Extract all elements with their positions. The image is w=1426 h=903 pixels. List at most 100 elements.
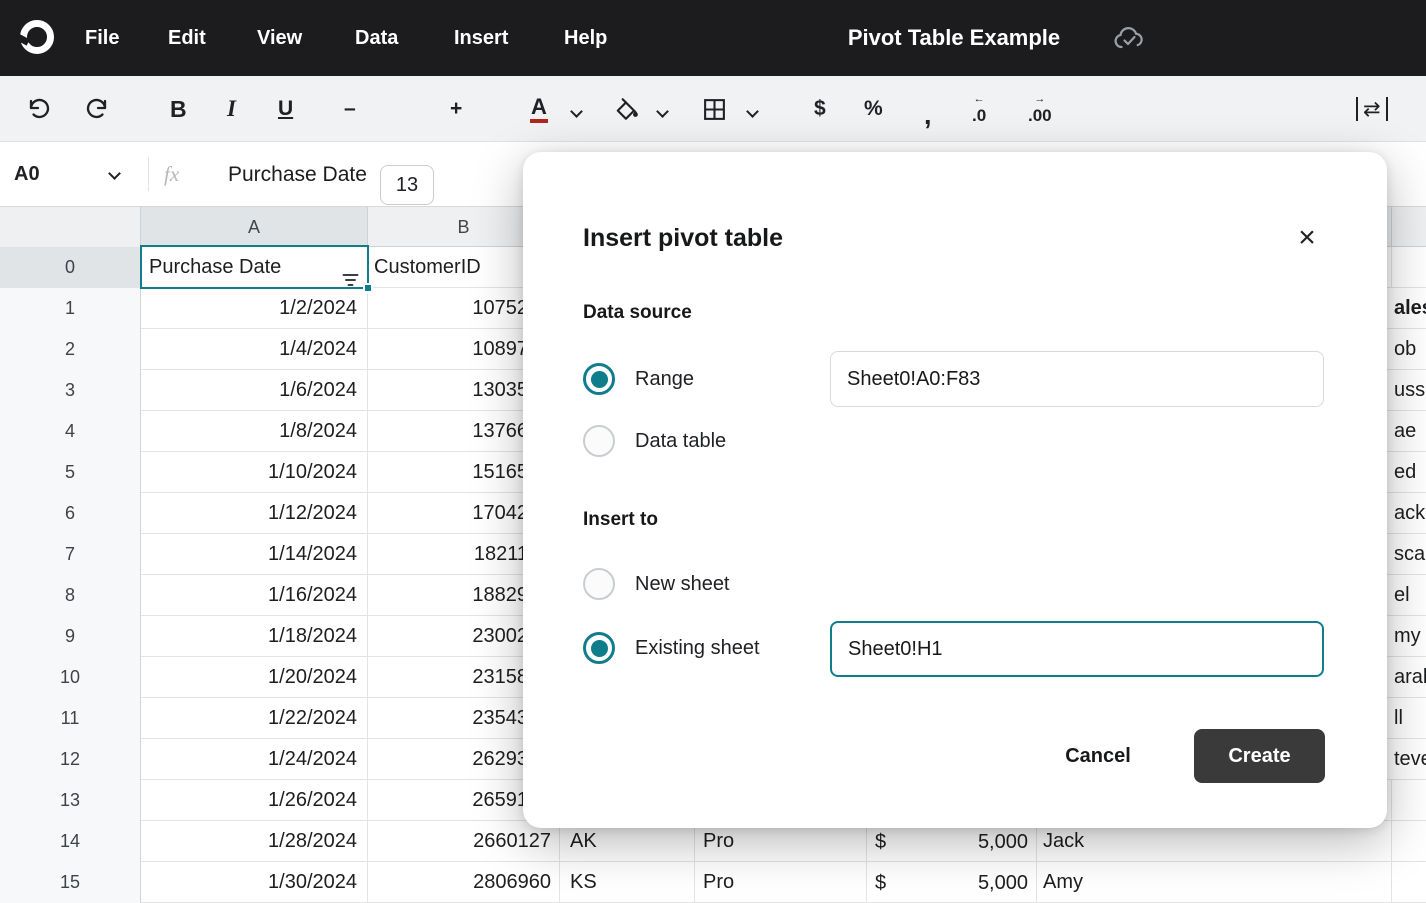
row-number[interactable]: 11 bbox=[0, 698, 141, 739]
cell-c[interactable]: KS bbox=[560, 862, 695, 903]
row-number[interactable]: 13 bbox=[0, 780, 141, 821]
cell-a[interactable]: 1/26/2024 bbox=[141, 780, 368, 821]
comma-format-button[interactable]: , bbox=[924, 82, 932, 148]
cell-a[interactable]: 1/14/2024 bbox=[141, 534, 368, 575]
formula-bar-value[interactable]: Purchase Date bbox=[228, 142, 367, 207]
undo-icon[interactable] bbox=[26, 76, 52, 142]
cell-g-fragment[interactable]: ed bbox=[1391, 452, 1426, 493]
row-number[interactable]: 1 bbox=[0, 288, 141, 329]
name-box[interactable]: A0 bbox=[14, 142, 40, 207]
data-table-option[interactable]: Data table bbox=[583, 425, 726, 457]
cell-b[interactable]: 2806960 bbox=[368, 862, 560, 903]
cell-a[interactable]: 1/28/2024 bbox=[141, 821, 368, 862]
document-title[interactable]: Pivot Table Example bbox=[848, 0, 1060, 76]
create-button[interactable]: Create bbox=[1194, 729, 1325, 783]
cell-d[interactable]: Pro bbox=[695, 862, 867, 903]
percent-format-button[interactable]: % bbox=[864, 76, 883, 142]
row-number[interactable]: 6 bbox=[0, 493, 141, 534]
row-number[interactable]: 2 bbox=[0, 329, 141, 370]
cell-g-fragment[interactable]: ales bbox=[1391, 288, 1426, 329]
cell-a[interactable]: 1/12/2024 bbox=[141, 493, 368, 534]
menu-insert[interactable]: Insert bbox=[454, 0, 508, 76]
cell-a[interactable]: 1/10/2024 bbox=[141, 452, 368, 493]
row-number[interactable]: 0 bbox=[0, 247, 141, 288]
font-size-input[interactable]: 13 bbox=[380, 165, 434, 205]
increase-font-size-button[interactable]: + bbox=[450, 76, 462, 142]
cell-a[interactable]: 1/24/2024 bbox=[141, 739, 368, 780]
column-header-a[interactable]: A bbox=[141, 207, 368, 247]
redo-icon[interactable] bbox=[84, 76, 110, 142]
cell-g-fragment[interactable]: usse bbox=[1391, 370, 1426, 411]
cell-a[interactable]: 1/18/2024 bbox=[141, 616, 368, 657]
row-number[interactable]: 5 bbox=[0, 452, 141, 493]
close-icon[interactable]: × bbox=[1285, 216, 1329, 260]
row-number[interactable]: 12 bbox=[0, 739, 141, 780]
cell-g-fragment[interactable]: ob bbox=[1391, 329, 1426, 370]
row-number[interactable]: 7 bbox=[0, 534, 141, 575]
row-number[interactable]: 9 bbox=[0, 616, 141, 657]
row-number[interactable]: 14 bbox=[0, 821, 141, 862]
increase-decimals-button[interactable]: → .00 bbox=[1028, 76, 1052, 142]
cell-g-fragment[interactable]: arah bbox=[1391, 657, 1426, 698]
convert-range-icon[interactable]: ⇄ bbox=[1356, 97, 1388, 121]
cell-a[interactable]: 1/4/2024 bbox=[141, 329, 368, 370]
data-table-radio[interactable] bbox=[583, 425, 615, 457]
new-sheet-option[interactable]: New sheet bbox=[583, 568, 730, 600]
menu-view[interactable]: View bbox=[257, 0, 302, 76]
cell-a[interactable]: 1/8/2024 bbox=[141, 411, 368, 452]
italic-button[interactable]: I bbox=[227, 76, 236, 142]
cell-g-fragment[interactable]: ack bbox=[1391, 493, 1426, 534]
borders-icon[interactable] bbox=[702, 76, 727, 142]
menu-data[interactable]: Data bbox=[355, 0, 398, 76]
cell-g[interactable] bbox=[1391, 821, 1426, 862]
menu-file[interactable]: File bbox=[85, 0, 119, 76]
name-box-dropdown-icon[interactable] bbox=[108, 167, 121, 180]
cell-a[interactable]: 1/2/2024 bbox=[141, 288, 368, 329]
cell-g[interactable] bbox=[1391, 862, 1426, 903]
cell-amount[interactable]: $5,000 bbox=[867, 862, 1037, 903]
range-option[interactable]: Range bbox=[583, 363, 694, 395]
text-color-button[interactable]: A bbox=[530, 76, 548, 142]
existing-sheet-radio[interactable] bbox=[583, 632, 615, 664]
text-color-dropdown-icon[interactable] bbox=[570, 105, 583, 118]
app-logo[interactable] bbox=[16, 16, 60, 60]
menu-help[interactable]: Help bbox=[564, 0, 607, 76]
bold-button[interactable]: B bbox=[170, 76, 187, 142]
borders-dropdown-icon[interactable] bbox=[746, 105, 759, 118]
new-sheet-radio[interactable] bbox=[583, 568, 615, 600]
cell-g-fragment[interactable]: my bbox=[1391, 616, 1426, 657]
menu-edit[interactable]: Edit bbox=[168, 0, 206, 76]
row-number[interactable]: 8 bbox=[0, 575, 141, 616]
decrease-font-size-button[interactable]: – bbox=[344, 76, 356, 142]
cell-g-fragment[interactable]: ae bbox=[1391, 411, 1426, 452]
row-number[interactable]: 15 bbox=[0, 862, 141, 903]
row-number[interactable]: 4 bbox=[0, 411, 141, 452]
range-input[interactable] bbox=[830, 351, 1324, 407]
cell-g-fragment[interactable]: scar bbox=[1391, 534, 1426, 575]
cell-a[interactable]: 1/6/2024 bbox=[141, 370, 368, 411]
cell-a[interactable]: 1/16/2024 bbox=[141, 575, 368, 616]
cell-g[interactable] bbox=[1391, 247, 1426, 288]
cell-a[interactable]: 1/30/2024 bbox=[141, 862, 368, 903]
cancel-button[interactable]: Cancel bbox=[1043, 729, 1153, 783]
cell-a[interactable]: 1/22/2024 bbox=[141, 698, 368, 739]
cell-f[interactable]: Amy bbox=[1037, 862, 1391, 903]
cell-A0[interactable]: Purchase Date bbox=[141, 247, 368, 288]
fill-color-dropdown-icon[interactable] bbox=[656, 105, 669, 118]
cell-g-fragment[interactable]: teve bbox=[1391, 739, 1426, 780]
cell-g-fragment[interactable]: ll bbox=[1391, 698, 1426, 739]
fill-color-icon[interactable] bbox=[614, 76, 640, 142]
select-all-corner[interactable] bbox=[0, 207, 141, 247]
cell-g[interactable] bbox=[1391, 780, 1426, 821]
cell-g-fragment[interactable]: el bbox=[1391, 575, 1426, 616]
existing-sheet-option[interactable]: Existing sheet bbox=[583, 632, 760, 664]
existing-sheet-input[interactable] bbox=[830, 621, 1324, 677]
cell-a[interactable]: 1/20/2024 bbox=[141, 657, 368, 698]
decrease-decimals-button[interactable]: ← .0 bbox=[972, 76, 986, 142]
currency-format-button[interactable]: $ bbox=[814, 76, 826, 142]
row-number[interactable]: 10 bbox=[0, 657, 141, 698]
row-number[interactable]: 3 bbox=[0, 370, 141, 411]
range-radio[interactable] bbox=[583, 363, 615, 395]
underline-button[interactable]: U bbox=[278, 76, 293, 142]
cell-b[interactable]: 2660127 bbox=[368, 821, 560, 862]
